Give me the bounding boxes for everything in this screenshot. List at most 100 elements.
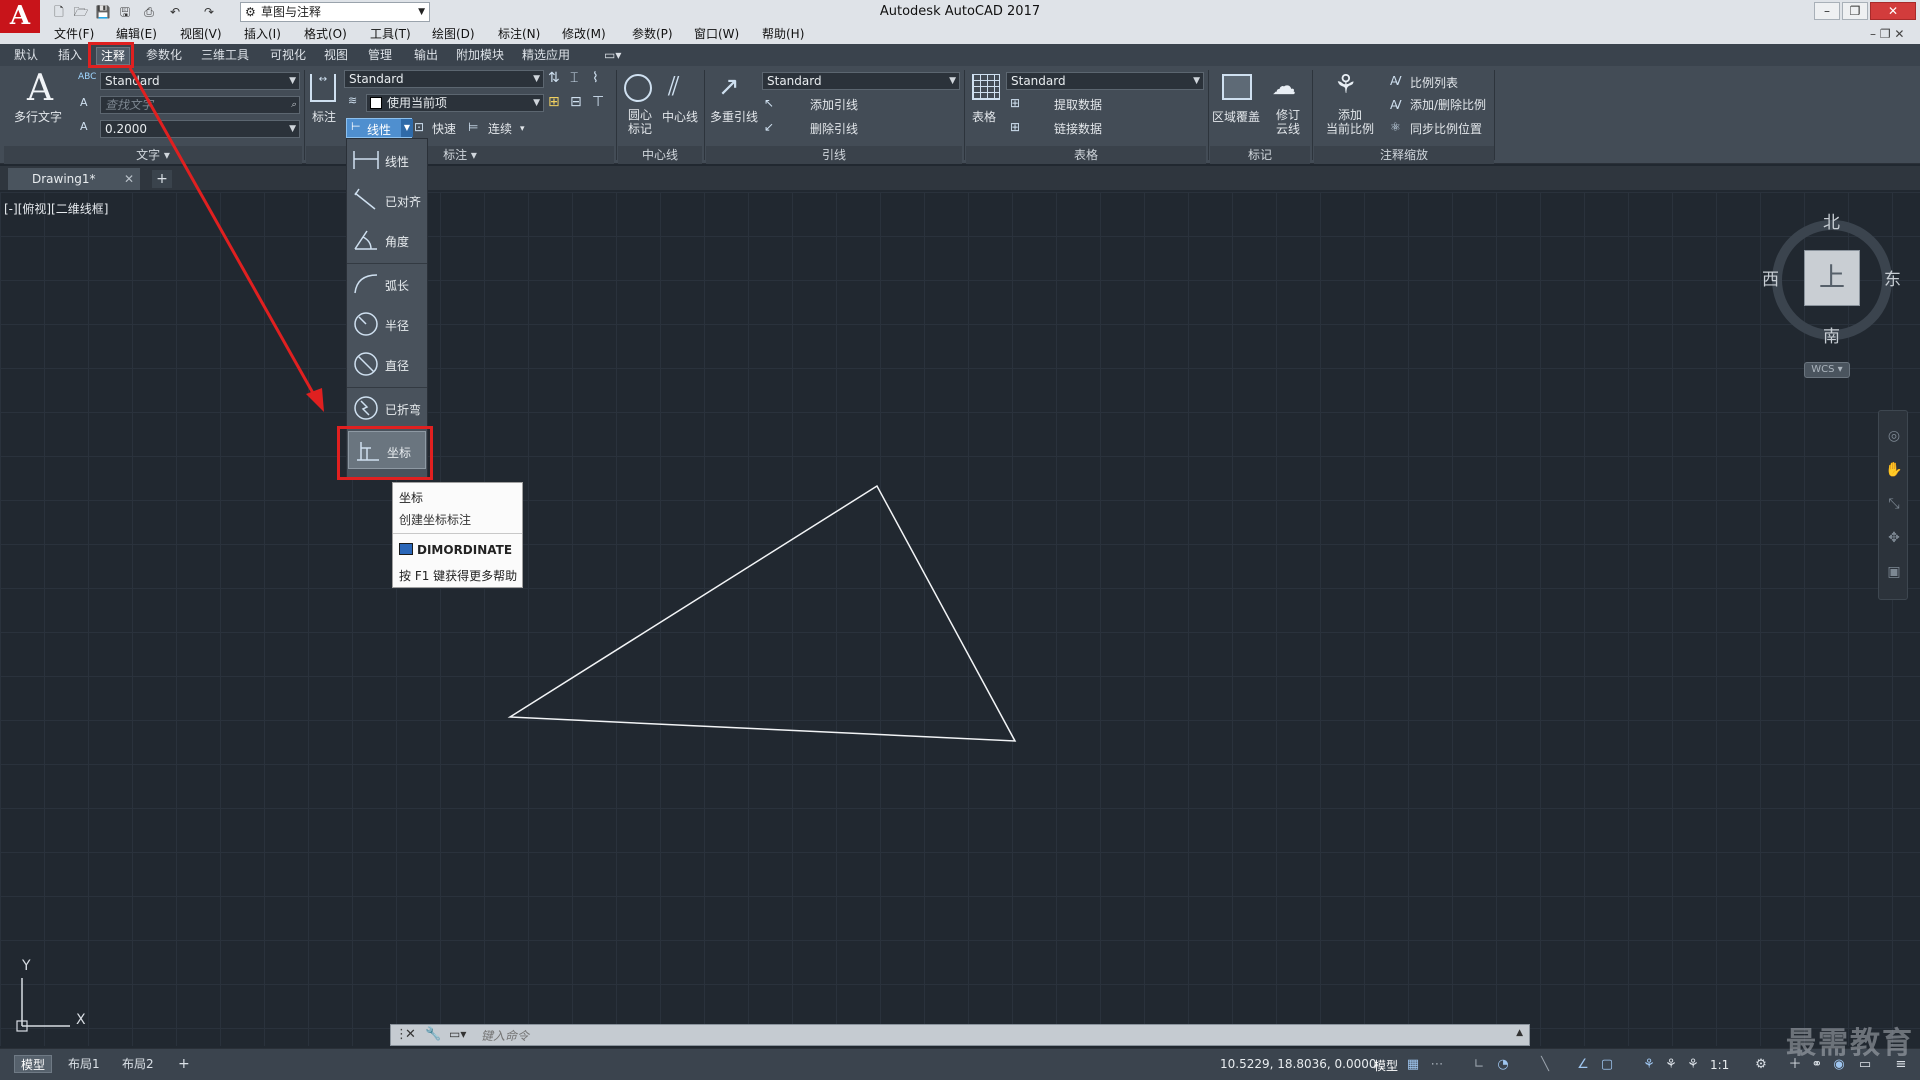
workspace-select[interactable]: ⚙ 草图与注释 ▼ — [240, 2, 430, 22]
grid-icon[interactable]: ▦ — [1404, 1056, 1422, 1074]
find-text-input[interactable]: 查找文字 ⌕ — [100, 96, 300, 114]
menu-item-ordinate[interactable]: 坐标 — [348, 431, 426, 469]
dim-oblique-icon[interactable]: ⊤ — [592, 94, 604, 110]
menu-item-linear[interactable]: 线性 — [347, 141, 427, 179]
zoom-extents-icon[interactable]: ⤡ — [1885, 495, 1903, 513]
mtext-label[interactable]: 多行文字 — [14, 110, 62, 124]
dimension-icon[interactable]: ↔ — [310, 74, 336, 102]
compass-west[interactable]: 西 — [1762, 265, 1779, 290]
compass-east[interactable]: 东 — [1884, 265, 1901, 290]
menu-parametric[interactable]: 参数(P) — [632, 26, 673, 42]
ribbon-options-icon[interactable]: ▭▾ — [600, 47, 625, 65]
command-prompt-icon[interactable]: ▭▾ — [449, 1027, 466, 1041]
tab-output[interactable]: 输出 — [410, 47, 442, 65]
multileader-icon[interactable]: ↗ — [718, 72, 740, 102]
menu-item-radius[interactable]: 半径 — [347, 305, 427, 343]
object-snap-tracking-icon[interactable]: ∠ — [1574, 1056, 1592, 1074]
polar-icon[interactable]: ◔ — [1494, 1056, 1512, 1074]
model-space-toggle[interactable]: 模型 — [1374, 1057, 1398, 1074]
chevron-up-icon[interactable]: ▲ — [1516, 1028, 1523, 1038]
text-panel-footer[interactable]: 文字 ▾ — [4, 146, 302, 164]
maximize-button[interactable]: ❐ — [1842, 2, 1868, 20]
tab-insert[interactable]: 插入 — [54, 47, 86, 65]
add-layout-button[interactable]: + — [172, 1055, 196, 1073]
center-mark-label[interactable]: 圆心 标记 — [628, 108, 652, 136]
centerline-label[interactable]: 中心线 — [662, 110, 698, 124]
linear-split-button[interactable]: ⊢ 线性 ▼ — [346, 118, 413, 138]
menu-tools[interactable]: 工具(T) — [370, 26, 411, 42]
spell-check-icon[interactable]: ABC — [78, 72, 96, 82]
text-height-select[interactable]: 0.2000 ▼ — [100, 120, 300, 138]
menu-window[interactable]: 窗口(W) — [694, 26, 739, 42]
chevron-down-icon[interactable]: ▾ — [520, 122, 525, 136]
tab-addins[interactable]: 附加模块 — [452, 47, 508, 65]
add-delete-scale-button[interactable]: 添加/删除比例 — [1410, 98, 1486, 112]
save-as-icon[interactable]: 🖫 — [116, 3, 134, 21]
extract-data-button[interactable]: 提取数据 — [1054, 98, 1102, 112]
tab-3d-tools[interactable]: 三维工具 — [197, 47, 253, 65]
continue-dim-button[interactable]: 连续 — [488, 122, 512, 136]
viewcube[interactable]: 上 北 南 东 西 WCS ▾ — [1760, 202, 1920, 392]
application-menu-button[interactable]: A — [0, 0, 40, 33]
viewport-controls[interactable]: [-][俯视][二维线框] — [4, 200, 108, 217]
table-label[interactable]: 表格 — [972, 110, 996, 124]
close-icon[interactable]: ✕ — [405, 1027, 416, 1042]
leader-style-select[interactable]: Standard ▼ — [762, 72, 960, 90]
menu-draw[interactable]: 绘图(D) — [432, 26, 475, 42]
new-file-icon[interactable]: 🗋 — [50, 3, 68, 21]
table-icon[interactable] — [972, 74, 1000, 100]
save-icon[interactable]: 💾 — [94, 3, 112, 21]
drawing-canvas[interactable] — [0, 192, 1920, 1046]
chevron-down-icon[interactable]: ▼ — [401, 119, 413, 137]
table-panel-footer[interactable]: 表格 — [966, 146, 1206, 164]
menu-file[interactable]: 文件(F) — [54, 26, 94, 42]
center-mark-icon[interactable] — [624, 74, 652, 102]
open-file-icon[interactable]: 🗁 — [72, 3, 90, 21]
wipeout-label[interactable]: 区域覆盖 — [1212, 110, 1260, 124]
print-icon[interactable]: ⎙ — [140, 3, 158, 21]
orbit-icon[interactable]: ✥ — [1885, 529, 1903, 547]
sync-scale-button[interactable]: 同步比例位置 — [1410, 122, 1482, 136]
annotation-visibility-icon[interactable]: ⚘ — [1640, 1056, 1658, 1074]
redo-icon[interactable]: ↷ — [200, 3, 218, 21]
isodraft-icon[interactable]: ╲ — [1536, 1056, 1554, 1074]
tab-featured-apps[interactable]: 精选应用 — [518, 47, 574, 65]
dim-style-select[interactable]: Standard ▼ — [344, 70, 544, 88]
remove-leader-button[interactable]: 删除引线 — [810, 122, 858, 136]
menu-item-diameter[interactable]: 直径 — [347, 345, 427, 383]
tab-default[interactable]: 默认 — [10, 47, 42, 65]
tab-view[interactable]: 视图 — [320, 47, 352, 65]
menu-item-arc-length[interactable]: 弧长 — [347, 265, 427, 303]
multileader-label[interactable]: 多重引线 — [710, 110, 758, 124]
scale-list-button[interactable]: 比例列表 — [1410, 76, 1458, 90]
wrench-icon[interactable]: 🔧 — [425, 1027, 441, 1042]
menu-view[interactable]: 视图(V) — [180, 26, 222, 42]
wipeout-icon[interactable] — [1222, 74, 1252, 100]
dimension-label[interactable]: 标注 — [312, 110, 336, 124]
compass-south[interactable]: 南 — [1823, 322, 1840, 347]
object-snap-icon[interactable]: ▢ — [1598, 1056, 1616, 1074]
layout-tab-model[interactable]: 模型 — [14, 1055, 53, 1073]
menu-edit[interactable]: 编辑(E) — [116, 26, 157, 42]
close-icon[interactable]: ✕ — [124, 168, 134, 190]
menu-insert[interactable]: 插入(I) — [244, 26, 281, 42]
menu-item-jogged[interactable]: 已折弯 — [347, 389, 427, 427]
menu-help[interactable]: 帮助(H) — [762, 26, 804, 42]
compass-north[interactable]: 北 — [1823, 208, 1840, 233]
document-tab-drawing1[interactable]: Drawing1* ✕ — [8, 168, 140, 190]
dim-space-icon[interactable]: ⇅ — [548, 70, 560, 86]
layout-tab-layout2[interactable]: 布局2 — [116, 1055, 160, 1073]
minimize-button[interactable]: – — [1814, 2, 1840, 20]
quick-dim-button[interactable]: 快速 — [432, 122, 456, 136]
command-input[interactable] — [481, 1027, 1481, 1045]
auto-scale-icon[interactable]: ⚘ — [1662, 1056, 1680, 1074]
dim-inspect-icon[interactable]: ⊞ — [548, 94, 560, 110]
dim-update-icon[interactable]: ⊟ — [570, 94, 582, 110]
add-scale-icon[interactable]: ⚘ — [1334, 70, 1357, 100]
undo-icon[interactable]: ↶ — [166, 3, 184, 21]
showmotion-icon[interactable]: ▣ — [1885, 563, 1903, 581]
doc-window-controls[interactable]: – ❐ ✕ — [1870, 26, 1904, 42]
gear-icon[interactable]: ⚙ — [1752, 1056, 1770, 1074]
viewcube-face[interactable]: 上 — [1804, 250, 1860, 306]
tab-visualize[interactable]: 可视化 — [266, 47, 310, 65]
